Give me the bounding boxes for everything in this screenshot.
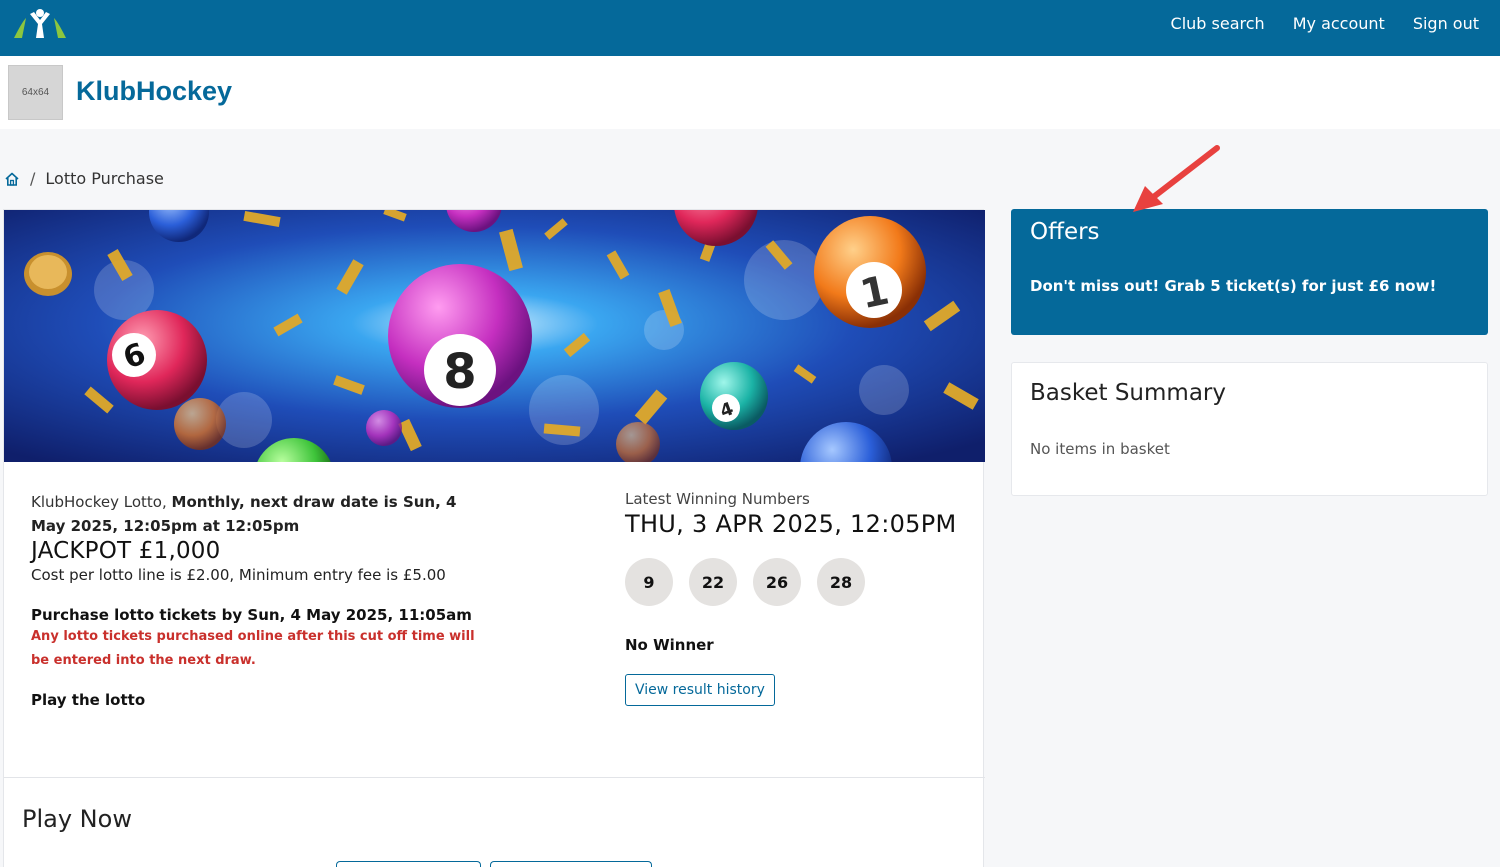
winning-number-ball: 22 xyxy=(689,558,737,606)
winning-number-ball: 9 xyxy=(625,558,673,606)
draw-prefix: KlubHockey Lotto, xyxy=(31,493,167,511)
cutoff-time: Purchase lotto tickets by Sun, 4 May 202… xyxy=(31,606,472,624)
play-option-button[interactable] xyxy=(336,861,481,867)
basket-summary-title: Basket Summary xyxy=(1030,380,1226,406)
top-navbar: Club search My account Sign out xyxy=(0,0,1500,56)
basket-empty-message: No items in basket xyxy=(1030,440,1170,458)
play-lotto-heading: Play the lotto xyxy=(31,691,146,709)
breadcrumb: / Lotto Purchase xyxy=(4,169,164,188)
offer-text: Don't miss out! Grab 5 ticket(s) for jus… xyxy=(1030,277,1437,295)
offers-title: Offers xyxy=(1030,219,1100,245)
play-option-button[interactable] xyxy=(490,861,652,867)
nav-club-search-link[interactable]: Club search xyxy=(1171,14,1265,33)
annotation-arrow-icon xyxy=(1133,145,1220,212)
draw-result-status: No Winner xyxy=(625,636,714,654)
lotto-banner-image: 6 8 1 4 xyxy=(4,210,985,462)
basket-summary-panel: Basket Summary No items in basket xyxy=(1011,362,1488,496)
view-result-history-button[interactable]: View result history xyxy=(625,674,775,706)
jackpot-amount: JACKPOT £1,000 xyxy=(31,538,221,564)
nav-my-account-link[interactable]: My account xyxy=(1293,14,1385,33)
lotto-card: 6 8 1 4 KlubHockey Lotto, Monthly, next … xyxy=(3,209,985,867)
section-divider xyxy=(4,777,985,778)
club-logo-icon[interactable] xyxy=(12,8,68,42)
winning-numbers: 9 22 26 28 xyxy=(625,558,965,606)
home-icon[interactable] xyxy=(4,171,20,187)
club-avatar-placeholder: 64x64 xyxy=(8,65,63,120)
nav-sign-out-link[interactable]: Sign out xyxy=(1413,14,1479,33)
lotto-info: KlubHockey Lotto, Monthly, next draw dat… xyxy=(31,490,491,709)
winning-number-ball: 28 xyxy=(817,558,865,606)
club-header: 64x64 KlubHockey xyxy=(0,56,1500,129)
offers-panel: Offers Don't miss out! Grab 5 ticket(s) … xyxy=(1011,209,1488,335)
cutoff-warning: Any lotto tickets purchased online after… xyxy=(31,629,475,668)
latest-draw-date: THU, 3 APR 2025, 12:05PM xyxy=(625,510,957,538)
play-now-title: Play Now xyxy=(22,805,132,833)
latest-winning-label: Latest Winning Numbers xyxy=(625,490,810,508)
club-name[interactable]: KlubHockey xyxy=(76,76,232,107)
svg-text:8: 8 xyxy=(443,344,476,400)
breadcrumb-separator: / xyxy=(30,169,36,188)
latest-results: Latest Winning Numbers THU, 3 APR 2025, … xyxy=(625,490,965,706)
winning-number-ball: 26 xyxy=(753,558,801,606)
draw-schedule: KlubHockey Lotto, Monthly, next draw dat… xyxy=(31,490,491,538)
cost-info: Cost per lotto line is £2.00, Minimum en… xyxy=(31,566,446,584)
breadcrumb-current: Lotto Purchase xyxy=(45,169,164,188)
